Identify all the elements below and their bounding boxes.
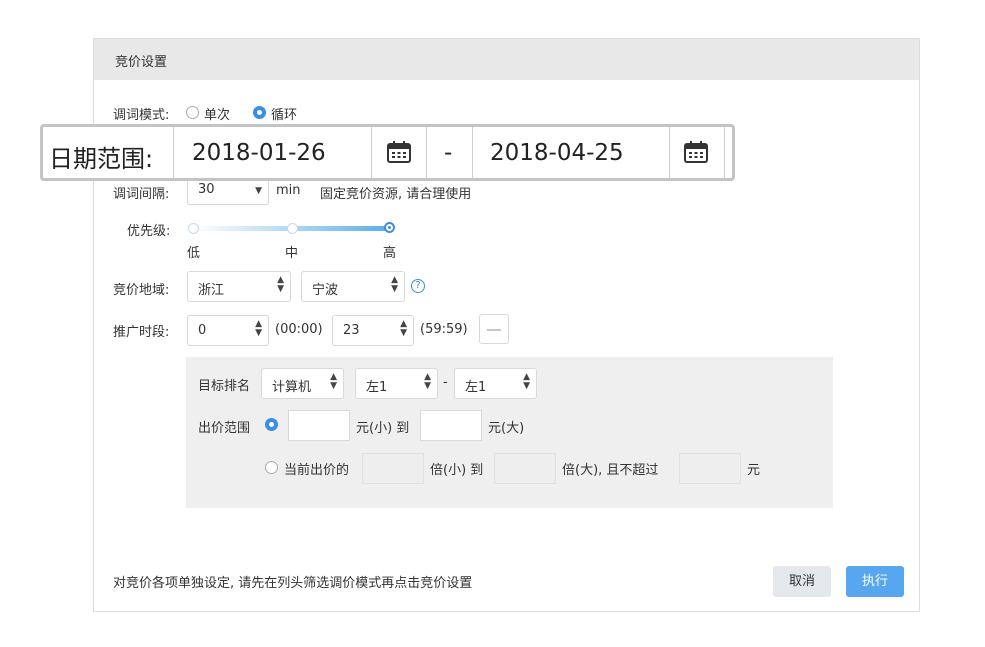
price-range-label: 出价范围 [198,421,251,436]
interval-label: 调词间隔: [113,187,170,202]
rank-to-value: 左1 [465,380,487,395]
cap-unit: 元 [747,463,761,478]
start-date-input[interactable]: 2018-01-26 [192,140,326,166]
rank-label: 目标排名 [198,379,251,394]
rank-to-select[interactable]: 左1 ▲ ▼ [454,368,537,399]
priority-label: 优先级: [127,224,171,239]
dropdown-arrow-icon: ▲ ▼ [400,319,407,338]
priority-knob-high[interactable] [384,222,395,233]
device-select[interactable]: 计算机 ▲ ▼ [261,368,344,399]
dropdown-arrow-icon: ▲ ▼ [277,275,284,294]
region-label: 竞价地域: [113,283,170,298]
schedule-start-value: 0 [198,323,207,338]
date-separator: - [444,140,453,166]
schedule-end-select[interactable]: 23 ▲ ▼ [332,315,414,346]
schedule-end-value: 23 [343,323,360,338]
interval-value: 30 [198,182,215,197]
times-max-input[interactable] [494,453,556,484]
dropdown-arrow-icon: ▲ ▼ [391,275,398,294]
cap-input[interactable] [679,453,741,484]
current-bid-label: 当前出价的 [284,463,350,478]
schedule-start-select[interactable]: 0 ▲ ▼ [187,315,269,346]
mode-single-radio[interactable] [186,106,199,119]
dropdown-arrow-icon: ▲ ▼ [424,372,431,391]
dropdown-arrow-icon: ▲ ▼ [330,372,337,391]
divider [724,127,725,178]
panel-title: 竞价设置 [115,55,168,70]
mode-single-label: 单次 [204,108,231,123]
price-range-yuan-radio[interactable] [265,418,278,431]
footer-note: 对竞价各项单独设定, 请先在列头筛选调价模式再点击竞价设置 [113,576,473,591]
city-value: 宁波 [312,283,339,298]
mode-loop-radio[interactable] [253,106,266,119]
question-icon[interactable]: ? [411,279,425,293]
rank-dash: - [443,375,448,390]
mode-label: 调词模式: [113,108,170,123]
rank-from-value: 左1 [366,380,388,395]
end-date-input[interactable]: 2018-04-25 [490,140,624,166]
divider [173,127,174,178]
divider [669,127,670,178]
mode-loop-label: 循环 [271,108,298,123]
price-max-input[interactable] [420,410,482,441]
price-max-unit: 元(大) [488,421,525,436]
province-select[interactable]: 浙江 ▲ ▼ [187,271,291,302]
interval-unit: min [276,183,301,198]
times-min-unit: 倍(小) 到 [430,463,484,478]
city-select[interactable]: 宁波 ▲ ▼ [301,271,405,302]
times-min-input[interactable] [362,453,424,484]
priority-mid-label: 中 [285,246,299,261]
schedule-label: 推广时段: [113,325,170,340]
province-value: 浙江 [198,283,225,298]
calendar-icon[interactable] [387,141,411,163]
dropdown-arrow-icon: ▲ ▼ [523,372,530,391]
divider [371,127,372,178]
minus-icon[interactable] [479,314,509,344]
date-range-zoom: 日期范围: 2018-01-26 - 2018-04-25 [40,124,735,181]
priority-knob-mid[interactable] [287,223,298,234]
times-max-unit: 倍(大), 且不超过 [562,463,659,478]
priority-high-label: 高 [383,246,397,261]
priority-knob-low[interactable] [188,223,199,234]
execute-button[interactable]: 执行 [846,566,904,597]
interval-note: 固定竞价资源, 请合理使用 [320,187,472,202]
cancel-button[interactable]: 取消 [773,566,831,597]
device-value: 计算机 [272,380,312,395]
price-range-times-radio[interactable] [265,461,278,474]
schedule-start-time: (00:00) [275,322,323,337]
schedule-end-time: (59:59) [420,322,468,337]
dropdown-arrow-icon: ▼ [255,186,262,196]
price-min-input[interactable] [288,410,350,441]
date-range-label: 日期范围: [49,145,154,173]
dropdown-arrow-icon: ▲ ▼ [255,319,262,338]
divider [426,127,427,178]
price-min-unit: 元(小) 到 [356,421,410,436]
rank-from-select[interactable]: 左1 ▲ ▼ [355,368,438,399]
divider [472,127,473,178]
panel-header: 竞价设置 [94,39,919,80]
calendar-icon[interactable] [684,141,708,163]
priority-low-label: 低 [187,246,201,261]
